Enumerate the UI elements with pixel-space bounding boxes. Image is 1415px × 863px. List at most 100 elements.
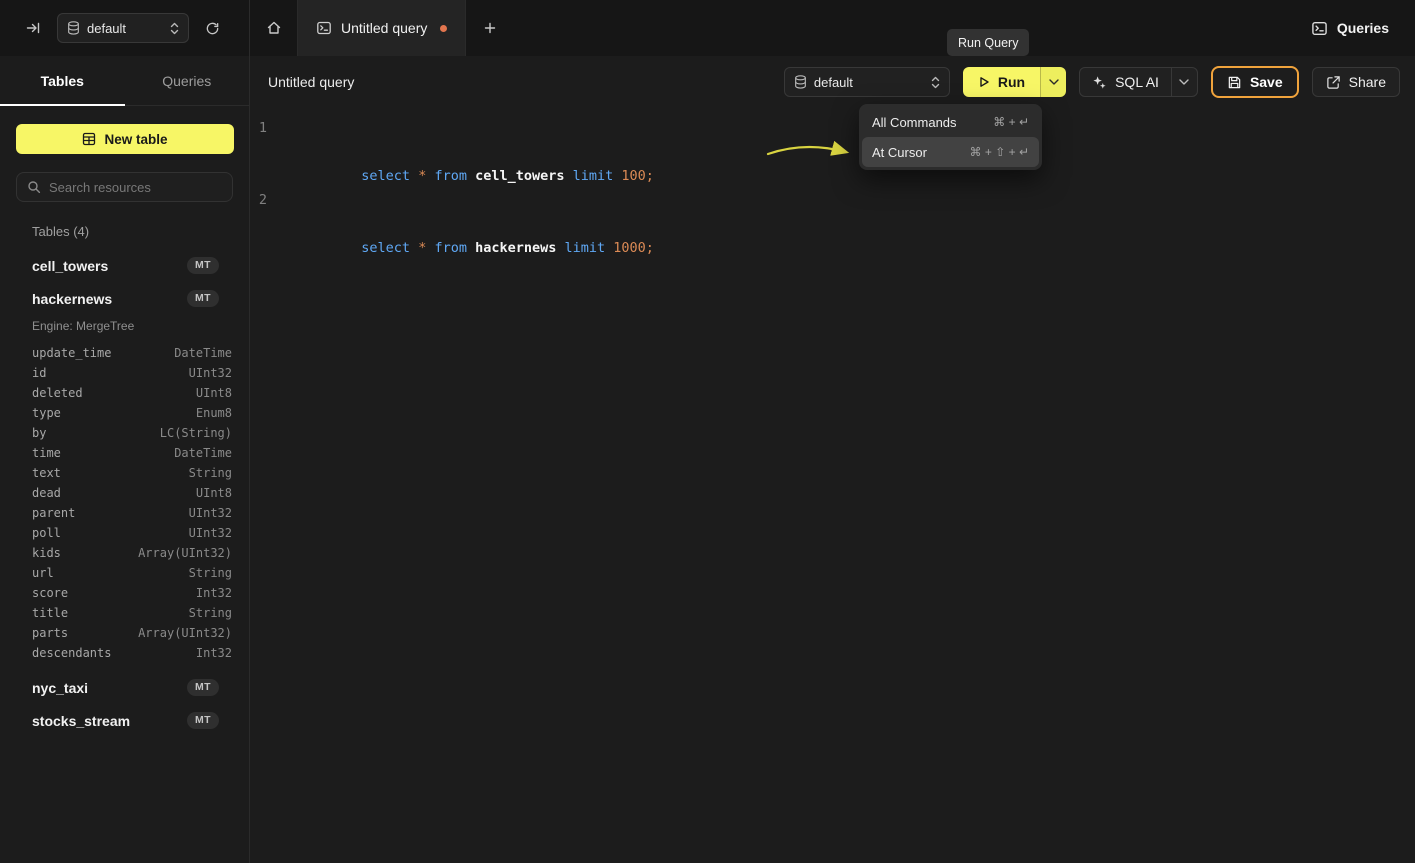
- topbar-right: Queries: [1311, 0, 1415, 56]
- column-type: UInt8: [196, 386, 232, 400]
- table-row-cell-towers[interactable]: cell_towers MT: [0, 249, 249, 282]
- column-row: url String: [0, 563, 249, 583]
- code-token: hackernews: [467, 240, 565, 256]
- new-table-button[interactable]: New table: [16, 124, 234, 154]
- queries-button[interactable]: Queries: [1311, 20, 1389, 37]
- engine-label: Engine: MergeTree: [0, 315, 249, 337]
- toolbar-database-selector[interactable]: default: [784, 67, 950, 97]
- sql-editor[interactable]: 1 select * from cell_towers limit 100; 2…: [250, 108, 1415, 863]
- code-token: limit: [573, 168, 614, 184]
- code-text: select * from hackernews limit 1000;: [280, 188, 654, 260]
- column-name: title: [32, 606, 68, 620]
- updown-chevron-icon: [931, 76, 940, 89]
- column-type: String: [189, 466, 232, 480]
- column-row: update_time DateTime: [0, 343, 249, 363]
- table-name: cell_towers: [32, 258, 108, 274]
- run-menu-item-shortcut: ⌘ + ↵: [993, 115, 1029, 129]
- refresh-icon: [205, 21, 220, 36]
- column-name: descendants: [32, 646, 111, 660]
- run-button-group: Run: [963, 67, 1066, 97]
- topbar-left: default: [0, 0, 250, 56]
- collapse-sidebar-button[interactable]: [22, 17, 44, 39]
- column-name: text: [32, 466, 61, 480]
- tab-label: Untitled query: [341, 20, 427, 36]
- run-menu-item-label: At Cursor: [872, 145, 927, 160]
- save-icon: [1227, 75, 1242, 90]
- column-name: poll: [32, 526, 61, 540]
- code-token: ;: [646, 240, 654, 256]
- sql-ai-options-button[interactable]: [1171, 68, 1197, 96]
- sidebar-tab-queries-label: Queries: [162, 73, 211, 89]
- table-name: stocks_stream: [32, 713, 130, 729]
- engine-badge: MT: [187, 257, 219, 274]
- column-row: score Int32: [0, 583, 249, 603]
- code-token: select: [361, 240, 410, 256]
- line-number: 2: [250, 188, 280, 260]
- query-toolbar: Untitled query default: [250, 56, 1415, 108]
- home-button[interactable]: [250, 0, 297, 56]
- column-type: String: [189, 566, 232, 580]
- run-menu-item[interactable]: All Commands ⌘ + ↵: [862, 107, 1039, 137]
- code-token: select: [361, 168, 410, 184]
- column-row: descendants Int32: [0, 643, 249, 663]
- play-icon: [978, 76, 990, 88]
- column-row: dead UInt8: [0, 483, 249, 503]
- plus-icon: [483, 21, 497, 35]
- queries-button-label: Queries: [1337, 20, 1389, 36]
- code-line: 2 select * from hackernews limit 1000;: [250, 188, 1415, 260]
- column-row: type Enum8: [0, 403, 249, 423]
- tables-section-label: Tables (4): [32, 224, 233, 239]
- table-name: hackernews: [32, 291, 112, 307]
- columns-list: update_time DateTime id UInt32 deleted U…: [0, 343, 249, 663]
- home-icon: [266, 20, 282, 36]
- run-menu-item[interactable]: At Cursor ⌘ + ⇧ + ↵: [862, 137, 1039, 167]
- column-name: time: [32, 446, 61, 460]
- search-input[interactable]: [49, 180, 222, 195]
- column-name: id: [32, 366, 46, 380]
- database-selector[interactable]: default: [57, 13, 189, 43]
- run-menu-item-shortcut: ⌘ + ⇧ + ↵: [970, 145, 1029, 159]
- column-name: url: [32, 566, 54, 580]
- run-query-tooltip: Run Query: [947, 29, 1029, 56]
- engine-badge: MT: [187, 712, 219, 729]
- column-type: UInt32: [189, 526, 232, 540]
- database-selector-value: default: [87, 21, 163, 36]
- column-type: UInt8: [196, 486, 232, 500]
- table-row-stocks-stream[interactable]: stocks_stream MT: [0, 704, 249, 737]
- sidebar-tab-tables-label: Tables: [41, 73, 84, 89]
- query-title: Untitled query: [268, 74, 354, 90]
- column-row: time DateTime: [0, 443, 249, 463]
- column-name: kids: [32, 546, 61, 560]
- run-button[interactable]: Run: [963, 67, 1040, 97]
- column-row: text String: [0, 463, 249, 483]
- sql-ai-button[interactable]: SQL AI: [1080, 68, 1171, 96]
- column-type: UInt32: [189, 506, 232, 520]
- column-row: kids Array(UInt32): [0, 543, 249, 563]
- column-type: LC(String): [160, 426, 232, 440]
- column-name: update_time: [32, 346, 111, 360]
- column-row: deleted UInt8: [0, 383, 249, 403]
- code-token: *: [410, 168, 434, 184]
- table-row-nyc-taxi[interactable]: nyc_taxi MT: [0, 671, 249, 704]
- share-button-label: Share: [1349, 74, 1386, 90]
- run-options-button[interactable]: [1040, 67, 1066, 97]
- tab-untitled-query[interactable]: Untitled query: [297, 0, 466, 56]
- table-row-hackernews[interactable]: hackernews MT: [0, 282, 249, 315]
- column-name: dead: [32, 486, 61, 500]
- column-row: poll UInt32: [0, 523, 249, 543]
- unsaved-indicator-dot: [440, 25, 447, 32]
- engine-badge: MT: [187, 679, 219, 696]
- code-token: limit: [565, 240, 606, 256]
- sidebar-tab-queries[interactable]: Queries: [125, 56, 250, 105]
- code-token: 100: [613, 168, 646, 184]
- app-window: default Untitled query: [0, 0, 1415, 863]
- run-options-menu: All Commands ⌘ + ↵ At Cursor ⌘ + ⇧ + ↵: [859, 104, 1042, 170]
- refresh-button[interactable]: [202, 18, 223, 39]
- sidebar-tab-tables[interactable]: Tables: [0, 56, 125, 105]
- save-button[interactable]: Save: [1211, 66, 1299, 98]
- code-token: 1000: [605, 240, 646, 256]
- column-type: UInt32: [189, 366, 232, 380]
- column-type: String: [189, 606, 232, 620]
- new-tab-button[interactable]: [466, 0, 513, 56]
- share-button[interactable]: Share: [1312, 67, 1400, 97]
